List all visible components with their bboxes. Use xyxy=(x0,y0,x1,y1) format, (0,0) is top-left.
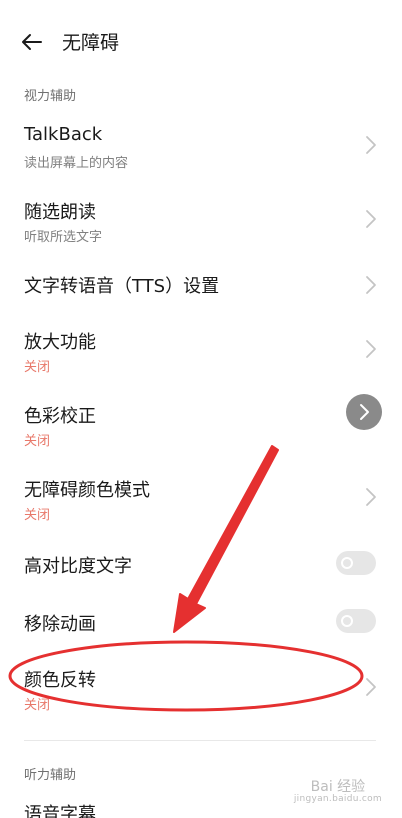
item-title: 颜色反转 xyxy=(24,670,96,691)
setting-item-remove-animations[interactable]: 移除动画 xyxy=(0,598,402,648)
setting-item-talkback[interactable]: TalkBack 读出屏幕上的内容 xyxy=(0,112,402,180)
item-status: 关闭 xyxy=(24,508,51,523)
item-title: 高对比度文字 xyxy=(24,556,132,577)
setting-item-color-inversion[interactable]: 颜色反转 关闭 xyxy=(0,656,402,724)
item-title: 语音字幕 xyxy=(24,804,96,818)
floating-assistive-button[interactable] xyxy=(346,394,382,430)
high-contrast-toggle[interactable] xyxy=(336,551,376,575)
watermark-subtext: jingyan.baidu.com xyxy=(293,793,382,804)
watermark-text: Bai 经验 xyxy=(310,778,366,795)
item-status: 关闭 xyxy=(24,360,51,375)
item-title: TalkBack xyxy=(24,124,103,145)
setting-item-color-correction[interactable]: 色彩校正 关闭 xyxy=(0,392,402,460)
page-title: 无障碍 xyxy=(62,32,120,54)
back-button[interactable] xyxy=(16,26,48,58)
item-subtitle: 听取所选文字 xyxy=(24,230,103,245)
toggle-knob xyxy=(341,557,353,569)
section-header-hearing: 听力辅助 xyxy=(24,768,77,783)
chevron-right-icon xyxy=(366,276,376,294)
item-title: 放大功能 xyxy=(24,332,96,353)
remove-animations-toggle[interactable] xyxy=(336,609,376,633)
arrow-left-icon xyxy=(22,34,42,50)
chevron-right-icon xyxy=(366,488,376,506)
item-title: 移除动画 xyxy=(24,614,96,635)
setting-item-high-contrast-text[interactable]: 高对比度文字 xyxy=(0,540,402,590)
item-title: 文字转语音（TTS）设置 xyxy=(24,276,220,297)
setting-item-tts[interactable]: 文字转语音（TTS）设置 xyxy=(0,258,402,312)
watermark-logo: Bai 经验 jingyan.baidu.com xyxy=(294,780,382,804)
section-divider xyxy=(24,740,376,741)
item-title: 色彩校正 xyxy=(24,406,96,427)
item-title: 无障碍颜色模式 xyxy=(24,480,150,501)
setting-item-accessible-color-mode[interactable]: 无障碍颜色模式 关闭 xyxy=(0,466,402,534)
setting-item-magnification[interactable]: 放大功能 关闭 xyxy=(0,318,402,386)
setting-item-select-to-speak[interactable]: 随选朗读 听取所选文字 xyxy=(0,186,402,254)
chevron-right-icon xyxy=(366,210,376,228)
item-status: 关闭 xyxy=(24,434,51,449)
toggle-knob xyxy=(341,615,353,627)
chevron-right-icon xyxy=(366,136,376,154)
item-status: 关闭 xyxy=(24,698,51,713)
chevron-right-icon xyxy=(366,340,376,358)
section-header-vision: 视力辅助 xyxy=(24,89,77,104)
top-app-bar: 无障碍 xyxy=(0,0,402,84)
item-title: 随选朗读 xyxy=(24,202,96,223)
chevron-right-icon xyxy=(366,678,376,696)
item-subtitle: 读出屏幕上的内容 xyxy=(24,156,129,171)
chevron-right-icon xyxy=(360,404,369,420)
